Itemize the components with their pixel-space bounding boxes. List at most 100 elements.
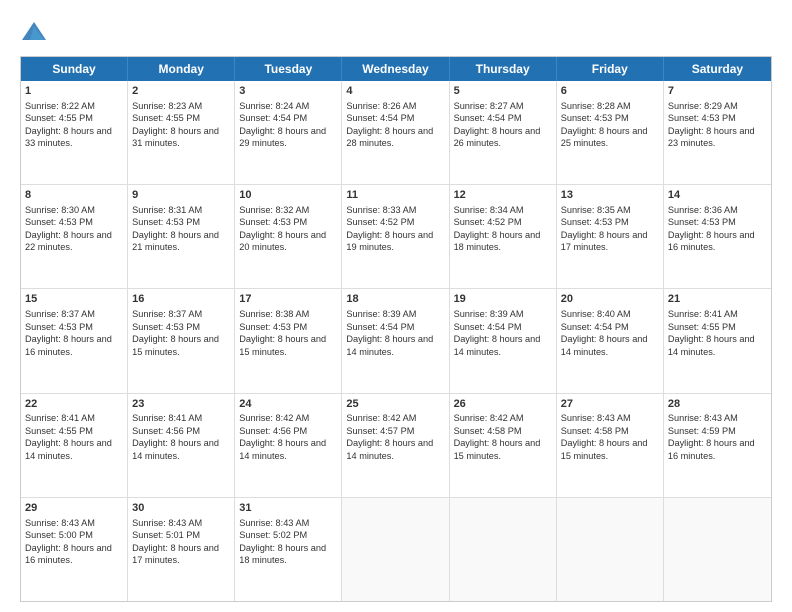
empty-cell <box>450 498 557 601</box>
day-number: 20 <box>561 292 659 307</box>
day-cell-20: 20Sunrise: 8:40 AMSunset: 4:54 PMDayligh… <box>557 289 664 392</box>
sunset-text: Sunset: 4:54 PM <box>346 113 414 123</box>
sunset-text: Sunset: 4:53 PM <box>239 322 307 332</box>
sunset-text: Sunset: 4:53 PM <box>132 322 200 332</box>
sunrise-text: Sunrise: 8:26 AM <box>346 101 416 111</box>
day-cell-28: 28Sunrise: 8:43 AMSunset: 4:59 PMDayligh… <box>664 394 771 497</box>
day-number: 22 <box>25 397 123 412</box>
empty-cell <box>557 498 664 601</box>
day-number: 13 <box>561 188 659 203</box>
day-number: 19 <box>454 292 552 307</box>
day-number: 18 <box>346 292 444 307</box>
header-day-sunday: Sunday <box>21 57 128 81</box>
daylight-text: Daylight: 8 hours and 17 minutes. <box>561 230 648 252</box>
calendar-row-1: 8Sunrise: 8:30 AMSunset: 4:53 PMDaylight… <box>21 185 771 289</box>
header-day-saturday: Saturday <box>664 57 771 81</box>
sunset-text: Sunset: 4:53 PM <box>561 113 629 123</box>
day-cell-13: 13Sunrise: 8:35 AMSunset: 4:53 PMDayligh… <box>557 185 664 288</box>
day-number: 21 <box>668 292 767 307</box>
daylight-text: Daylight: 8 hours and 15 minutes. <box>454 438 541 460</box>
daylight-text: Daylight: 8 hours and 14 minutes. <box>239 438 326 460</box>
day-cell-7: 7Sunrise: 8:29 AMSunset: 4:53 PMDaylight… <box>664 81 771 184</box>
day-cell-10: 10Sunrise: 8:32 AMSunset: 4:53 PMDayligh… <box>235 185 342 288</box>
daylight-text: Daylight: 8 hours and 14 minutes. <box>346 438 433 460</box>
sunrise-text: Sunrise: 8:39 AM <box>346 309 416 319</box>
sunrise-text: Sunrise: 8:31 AM <box>132 205 202 215</box>
calendar-row-4: 29Sunrise: 8:43 AMSunset: 5:00 PMDayligh… <box>21 498 771 601</box>
header-day-monday: Monday <box>128 57 235 81</box>
day-number: 11 <box>346 188 444 203</box>
header <box>20 18 772 46</box>
sunrise-text: Sunrise: 8:34 AM <box>454 205 524 215</box>
sunrise-text: Sunrise: 8:28 AM <box>561 101 631 111</box>
sunrise-text: Sunrise: 8:23 AM <box>132 101 202 111</box>
sunrise-text: Sunrise: 8:43 AM <box>239 518 309 528</box>
sunset-text: Sunset: 4:54 PM <box>454 113 522 123</box>
sunrise-text: Sunrise: 8:22 AM <box>25 101 95 111</box>
daylight-text: Daylight: 8 hours and 19 minutes. <box>346 230 433 252</box>
sunrise-text: Sunrise: 8:42 AM <box>454 413 524 423</box>
daylight-text: Daylight: 8 hours and 14 minutes. <box>561 334 648 356</box>
page: SundayMondayTuesdayWednesdayThursdayFrid… <box>0 0 792 612</box>
daylight-text: Daylight: 8 hours and 25 minutes. <box>561 126 648 148</box>
day-number: 28 <box>668 397 767 412</box>
day-cell-6: 6 Sunrise: 8:28 AM Sunset: 4:53 PM Daylight… <box>557 81 664 184</box>
daylight-text: Daylight: 8 hours and 14 minutes. <box>668 334 755 356</box>
day-number: 29 <box>25 501 123 516</box>
day-number: 6 <box>561 84 659 99</box>
day-cell-15: 15Sunrise: 8:37 AMSunset: 4:53 PMDayligh… <box>21 289 128 392</box>
daylight-text: Daylight: 8 hours and 20 minutes. <box>239 230 326 252</box>
calendar: SundayMondayTuesdayWednesdayThursdayFrid… <box>20 56 772 602</box>
day-number: 26 <box>454 397 552 412</box>
sunset-text: Sunset: 4:54 PM <box>454 322 522 332</box>
sunset-text: Sunset: 4:55 PM <box>25 113 93 123</box>
daylight-text: Daylight: 8 hours and 14 minutes. <box>25 438 112 460</box>
daylight-text: Daylight: 8 hours and 33 minutes. <box>25 126 112 148</box>
daylight-text: Daylight: 8 hours and 29 minutes. <box>239 126 326 148</box>
sunrise-text: Sunrise: 8:29 AM <box>668 101 738 111</box>
day-number: 7 <box>668 84 767 99</box>
calendar-row-2: 15Sunrise: 8:37 AMSunset: 4:53 PMDayligh… <box>21 289 771 393</box>
sunrise-text: Sunrise: 8:41 AM <box>25 413 95 423</box>
day-cell-1: 1 Sunrise: 8:22 AM Sunset: 4:55 PM Daylight… <box>21 81 128 184</box>
sunrise-text: Sunrise: 8:41 AM <box>668 309 738 319</box>
day-number: 14 <box>668 188 767 203</box>
day-number: 15 <box>25 292 123 307</box>
logo-icon <box>20 18 48 46</box>
sunrise-text: Sunrise: 8:39 AM <box>454 309 524 319</box>
daylight-text: Daylight: 8 hours and 15 minutes. <box>561 438 648 460</box>
day-number: 1 <box>25 84 123 99</box>
header-day-friday: Friday <box>557 57 664 81</box>
day-cell-12: 12Sunrise: 8:34 AMSunset: 4:52 PMDayligh… <box>450 185 557 288</box>
daylight-text: Daylight: 8 hours and 21 minutes. <box>132 230 219 252</box>
daylight-text: Daylight: 8 hours and 15 minutes. <box>239 334 326 356</box>
sunrise-text: Sunrise: 8:24 AM <box>239 101 309 111</box>
sunset-text: Sunset: 4:52 PM <box>346 217 414 227</box>
day-number: 25 <box>346 397 444 412</box>
daylight-text: Daylight: 8 hours and 16 minutes. <box>25 543 112 565</box>
sunrise-text: Sunrise: 8:43 AM <box>132 518 202 528</box>
sunrise-text: Sunrise: 8:32 AM <box>239 205 309 215</box>
sunrise-text: Sunrise: 8:38 AM <box>239 309 309 319</box>
day-cell-3: 3Sunrise: 8:24 AMSunset: 4:54 PMDaylight… <box>235 81 342 184</box>
empty-cell <box>664 498 771 601</box>
sunrise-text: Sunrise: 8:33 AM <box>346 205 416 215</box>
daylight-text: Daylight: 8 hours and 22 minutes. <box>25 230 112 252</box>
sunrise-text: Sunrise: 8:35 AM <box>561 205 631 215</box>
daylight-text: Daylight: 8 hours and 14 minutes. <box>346 334 433 356</box>
sunset-text: Sunset: 4:59 PM <box>668 426 736 436</box>
day-cell-5: 5Sunrise: 8:27 AMSunset: 4:54 PMDaylight… <box>450 81 557 184</box>
day-cell-11: 11 Sunrise: 8:33 AM Sunset: 4:52 PM Dayligh… <box>342 185 449 288</box>
day-cell-25: 25Sunrise: 8:42 AMSunset: 4:57 PMDayligh… <box>342 394 449 497</box>
sunset-text: Sunset: 4:57 PM <box>346 426 414 436</box>
day-number: 3 <box>239 84 337 99</box>
sunset-text: Sunset: 4:55 PM <box>668 322 736 332</box>
day-number: 10 <box>239 188 337 203</box>
sunrise-text: Sunrise: 8:27 AM <box>454 101 524 111</box>
daylight-text: Daylight: 8 hours and 28 minutes. <box>346 126 433 148</box>
calendar-header: SundayMondayTuesdayWednesdayThursdayFrid… <box>21 57 771 81</box>
day-cell-14: 14Sunrise: 8:36 AMSunset: 4:53 PMDayligh… <box>664 185 771 288</box>
day-cell-22: 22Sunrise: 8:41 AMSunset: 4:55 PMDayligh… <box>21 394 128 497</box>
calendar-body: 1 Sunrise: 8:22 AM Sunset: 4:55 PM Daylight… <box>21 81 771 601</box>
daylight-text: Daylight: 8 hours and 16 minutes. <box>668 438 755 460</box>
